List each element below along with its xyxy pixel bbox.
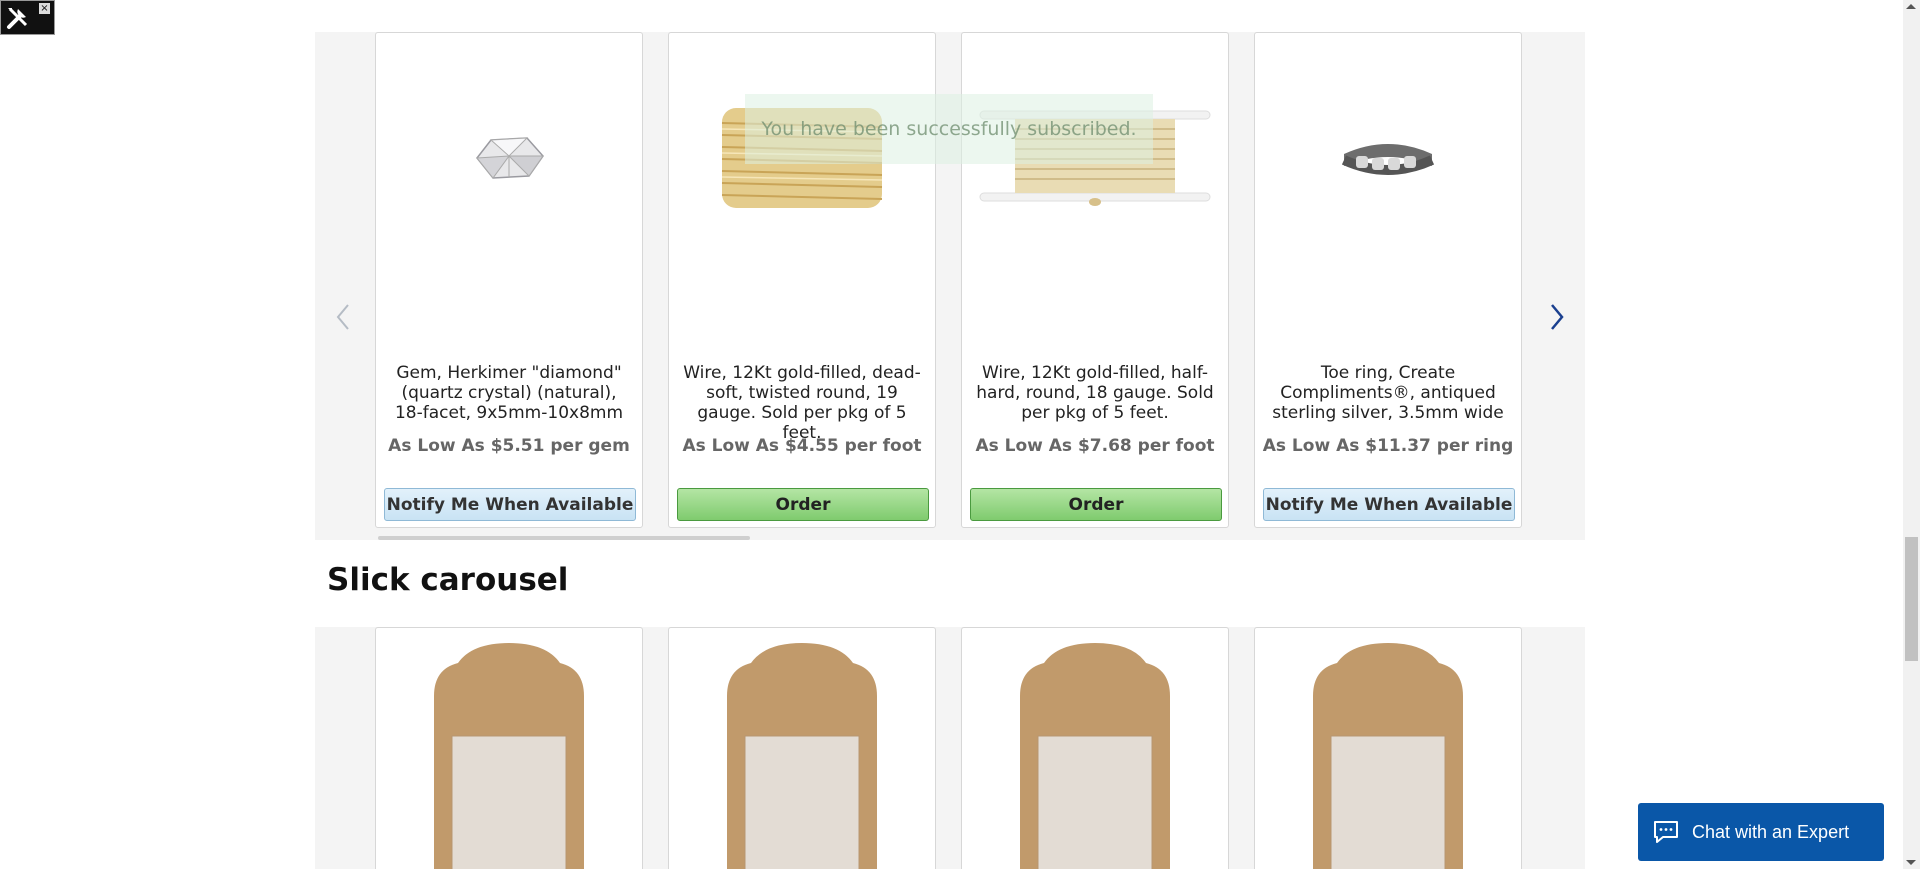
product-price: As Low As $4.55 per foot <box>682 436 922 456</box>
kraft-tag-image <box>376 628 642 869</box>
product-title[interactable]: Wire, 12Kt gold-filled, dead-soft, twist… <box>683 363 921 443</box>
silver-toe-ring-image <box>1341 144 1435 175</box>
chat-bubble-icon <box>1652 819 1680 845</box>
product-card[interactable]: Gem, Herkimer "diamond" (quartz crystal)… <box>375 32 643 528</box>
notify-me-button[interactable]: Notify Me When Available <box>1263 488 1515 521</box>
notify-me-button[interactable]: Notify Me When Available <box>384 488 636 521</box>
carousel-scroll-indicator[interactable] <box>378 536 750 540</box>
subscription-toast: You have been successfully subscribed. <box>745 94 1153 164</box>
chevron-right-icon <box>1551 304 1564 330</box>
page-scrollbar[interactable] <box>1903 0 1920 869</box>
slick-card[interactable] <box>375 627 643 869</box>
product-price: As Low As $5.51 per gem <box>388 436 630 456</box>
scroll-down-arrow-icon[interactable] <box>1906 860 1916 865</box>
herkimer-diamond-gem-image <box>476 137 544 179</box>
carousel-next-button[interactable] <box>1537 297 1577 337</box>
chevron-left-icon <box>336 304 349 330</box>
kraft-tag-image <box>669 628 935 869</box>
product-price: As Low As $7.68 per foot <box>975 436 1215 456</box>
order-button[interactable]: Order <box>970 488 1222 521</box>
product-image-toe-ring[interactable] <box>1255 33 1521 283</box>
slick-card[interactable] <box>961 627 1229 869</box>
product-title[interactable]: Toe ring, Create Compliments®, antiqued … <box>1269 363 1507 423</box>
kraft-tag-image <box>962 628 1228 869</box>
slick-carousel <box>315 627 1585 869</box>
slick-card[interactable] <box>1254 627 1522 869</box>
chat-with-expert-button[interactable]: Chat with an Expert <box>1638 803 1884 861</box>
kraft-tag-image <box>1255 628 1521 869</box>
carousel-prev-button[interactable] <box>323 297 363 337</box>
product-price: As Low As $11.37 per ring <box>1262 436 1514 456</box>
tools-icon <box>7 7 28 29</box>
devtools-close-icon[interactable]: × <box>39 3 50 14</box>
devtools-widget[interactable]: × <box>0 0 55 35</box>
scroll-up-arrow-icon[interactable] <box>1906 4 1916 9</box>
product-title[interactable]: Wire, 12Kt gold-filled, half-hard, round… <box>976 363 1214 423</box>
order-button[interactable]: Order <box>677 488 929 521</box>
product-image-herkimer[interactable] <box>376 33 642 283</box>
product-title[interactable]: Gem, Herkimer "diamond" (quartz crystal)… <box>390 363 628 423</box>
slick-card[interactable] <box>668 627 936 869</box>
chat-label: Chat with an Expert <box>1692 821 1850 842</box>
section-title: Slick carousel <box>327 562 569 598</box>
product-card[interactable]: Toe ring, Create Compliments®, antiqued … <box>1254 32 1522 528</box>
scrollbar-thumb[interactable] <box>1905 537 1918 661</box>
